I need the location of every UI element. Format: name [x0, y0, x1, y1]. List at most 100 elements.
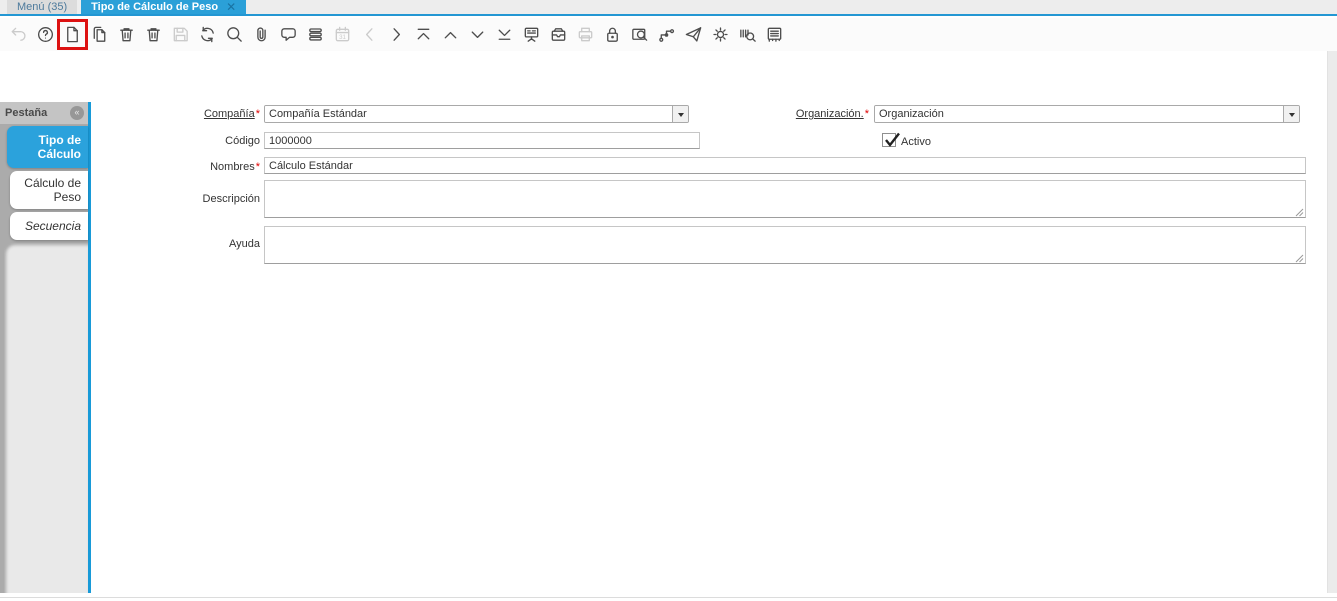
product-info-button[interactable]: [738, 25, 757, 44]
delete-selection-icon: [144, 25, 163, 44]
calendar-icon: 31: [333, 25, 352, 44]
refresh-button[interactable]: [198, 25, 217, 44]
calendar-button: 31: [333, 25, 352, 44]
sidebar-tab-secuencia[interactable]: Secuencia: [10, 212, 88, 240]
report-icon: [765, 25, 784, 44]
workflow-button[interactable]: [657, 25, 676, 44]
tab-sidebar: Pestaña « Tipo de Cálculo Cálculo de Pes…: [0, 102, 91, 601]
sidebar-panel: [4, 243, 88, 601]
sidebar-tab-calculo-de-peso[interactable]: Cálculo de Peso: [10, 171, 88, 209]
preferences-icon: [711, 25, 730, 44]
previous-record-button[interactable]: [441, 25, 460, 44]
sidebar-header: Pestaña «: [0, 102, 88, 124]
attachment-icon: [252, 25, 271, 44]
ayuda-label: Ayuda: [229, 238, 260, 250]
first-record-button[interactable]: [414, 25, 433, 44]
scrollbar-track[interactable]: [1327, 51, 1337, 593]
detail-record-button[interactable]: [387, 25, 406, 44]
zoom-across-button[interactable]: [630, 25, 649, 44]
undo-button: [9, 25, 28, 44]
toolbar: 31: [0, 18, 1337, 51]
sidebar-title: Pestaña: [5, 107, 48, 119]
next-record-button[interactable]: [468, 25, 487, 44]
private-record-lock-button[interactable]: [603, 25, 622, 44]
delete-selection-button[interactable]: [144, 25, 163, 44]
organizacion-combobox[interactable]: [874, 105, 1300, 123]
parent-record-icon: [360, 25, 379, 44]
compania-label[interactable]: Compañía*: [100, 108, 260, 120]
archive-button[interactable]: [549, 25, 568, 44]
new-record-button[interactable]: [57, 19, 88, 50]
find-button[interactable]: [225, 25, 244, 44]
workflow-icon: [657, 25, 676, 44]
nombres-input[interactable]: [264, 157, 1306, 174]
bottom-divider: [0, 597, 1337, 598]
record-info-icon: [522, 25, 541, 44]
check-icon: [885, 132, 900, 147]
print-button: [576, 25, 595, 44]
record-info-button[interactable]: [522, 25, 541, 44]
copy-record-icon: [90, 25, 109, 44]
organizacion-dropdown-button[interactable]: [1283, 106, 1299, 122]
descripcion-label: Descripción: [202, 193, 260, 205]
close-icon[interactable]: ✕: [226, 0, 236, 14]
tab-tipo-de-calculo-de-peso[interactable]: Tipo de Cálculo de Peso ✕: [81, 0, 247, 14]
help-icon: [36, 25, 55, 44]
activo-checkbox[interactable]: [882, 132, 900, 147]
descripcion-textarea[interactable]: [264, 180, 1306, 218]
save-icon: [171, 25, 190, 44]
next-record-icon: [468, 25, 487, 44]
copy-record-button[interactable]: [90, 25, 109, 44]
content-area: Pestaña « Tipo de Cálculo Cálculo de Pes…: [0, 51, 1337, 601]
new-record-icon: [63, 25, 82, 44]
organizacion-input[interactable]: [875, 106, 1283, 122]
ayuda-textarea[interactable]: [264, 226, 1306, 264]
compania-dropdown-button[interactable]: [672, 106, 688, 122]
zoom-across-icon: [630, 25, 649, 44]
app-window: Menú (35) Tipo de Cálculo de Peso ✕ 31 P…: [0, 0, 1337, 601]
send-request-button[interactable]: [684, 25, 703, 44]
preferences-button[interactable]: [711, 25, 730, 44]
last-record-button[interactable]: [495, 25, 514, 44]
print-icon: [576, 25, 595, 44]
archive-icon: [549, 25, 568, 44]
detail-record-icon: [387, 25, 406, 44]
private-record-lock-icon: [603, 25, 622, 44]
grid-toggle-button[interactable]: [306, 25, 325, 44]
save-button: [171, 25, 190, 44]
window-tabbar: Menú (35) Tipo de Cálculo de Peso ✕: [0, 0, 1337, 16]
sidebar-tabs: Tipo de Cálculo Cálculo de Peso Secuenci…: [0, 124, 88, 240]
svg-text:31: 31: [339, 34, 346, 41]
nombres-label: Nombres*: [210, 161, 260, 173]
collapse-sidebar-button[interactable]: «: [70, 106, 84, 120]
compania-input[interactable]: [265, 106, 672, 122]
required-asterisk: *: [255, 161, 260, 173]
report-button[interactable]: [765, 25, 784, 44]
required-asterisk: *: [255, 108, 260, 120]
chat-icon: [279, 25, 298, 44]
codigo-input[interactable]: [264, 132, 700, 149]
grid-toggle-icon: [306, 25, 325, 44]
attachment-button[interactable]: [252, 25, 271, 44]
first-record-icon: [414, 25, 433, 44]
delete-record-icon: [117, 25, 136, 44]
codigo-label: Código: [225, 135, 260, 147]
help-button[interactable]: [36, 25, 55, 44]
refresh-icon: [198, 25, 217, 44]
parent-record-button: [360, 25, 379, 44]
send-request-icon: [684, 25, 703, 44]
compania-combobox[interactable]: [264, 105, 689, 123]
previous-record-icon: [441, 25, 460, 44]
product-info-icon: [738, 25, 757, 44]
sidebar-tab-tipo-de-calculo[interactable]: Tipo de Cálculo: [7, 126, 88, 168]
activo-label: Activo: [901, 136, 931, 148]
tab-menu[interactable]: Menú (35): [7, 0, 78, 14]
delete-record-button[interactable]: [117, 25, 136, 44]
required-asterisk: *: [864, 108, 869, 120]
organizacion-label[interactable]: Organización.*: [709, 108, 869, 120]
chevron-down-icon: [677, 112, 684, 120]
chat-button[interactable]: [279, 25, 298, 44]
chevron-down-icon: [1288, 112, 1295, 120]
last-record-icon: [495, 25, 514, 44]
find-icon: [225, 25, 244, 44]
